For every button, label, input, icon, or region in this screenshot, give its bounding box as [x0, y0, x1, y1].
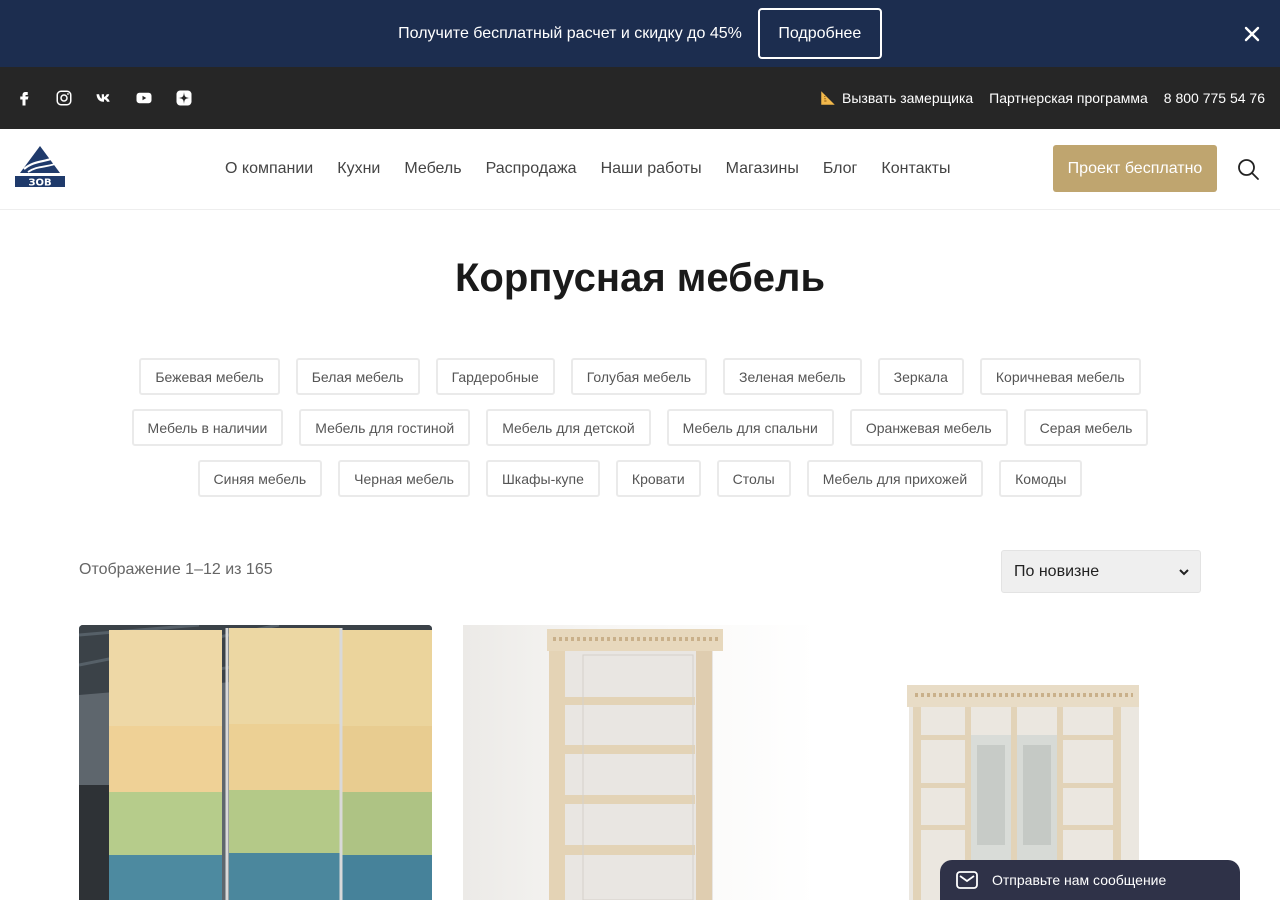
tag-item[interactable]: Бежевая мебель: [139, 358, 280, 395]
ruler-icon: [821, 91, 835, 105]
results-count: Отображение 1–12 из 165: [79, 561, 273, 578]
close-icon[interactable]: [1240, 22, 1264, 46]
nav-item-sale[interactable]: Распродажа: [486, 160, 577, 178]
page-title: Корпусная мебель: [454, 256, 826, 300]
tag-item[interactable]: Мебель для прихожей: [806, 460, 984, 497]
facebook-icon[interactable]: [14, 88, 34, 108]
tag-item[interactable]: Голубая мебель: [570, 358, 708, 395]
company-logo[interactable]: ЗОВ: [14, 145, 66, 189]
nav-item-furniture[interactable]: Мебель: [404, 160, 461, 178]
product-image: [547, 629, 723, 900]
nav-item-about[interactable]: О компании: [225, 160, 313, 178]
tag-item[interactable]: Синяя мебель: [197, 460, 323, 497]
tag-row: Бежевая мебель Белая мебель Гардеробные …: [60, 358, 1220, 395]
logo-text: ЗОВ: [28, 178, 51, 189]
product-image: [907, 685, 1139, 900]
product-card[interactable]: [847, 625, 1200, 900]
call-measurer-link[interactable]: Вызвать замерщика: [819, 89, 973, 107]
sort-select[interactable]: По новизне: [1001, 550, 1201, 593]
tag-item[interactable]: Коричневая мебель: [979, 358, 1141, 395]
product-card[interactable]: [79, 625, 432, 900]
vk-icon[interactable]: [94, 88, 114, 108]
tag-item[interactable]: Черная мебель: [338, 460, 470, 497]
nav-item-contacts[interactable]: Контакты: [881, 160, 950, 178]
tag-item[interactable]: Серая мебель: [1023, 409, 1149, 446]
top-bar: Вызвать замерщика Партнерская программа …: [0, 67, 1280, 129]
main-nav: О компании Кухни Мебель Распродажа Наши …: [225, 129, 951, 209]
youtube-icon[interactable]: [134, 88, 154, 108]
tag-item[interactable]: Зеленая мебель: [723, 358, 862, 395]
free-project-button[interactable]: Проект бесплатно: [1053, 145, 1217, 192]
tag-row: Мебель в наличии Мебель для гостиной Меб…: [60, 409, 1220, 446]
promo-text: Получите бесплатный расчет и скидку до 4…: [398, 24, 742, 42]
instagram-icon[interactable]: [54, 88, 74, 108]
tag-item[interactable]: Кровати: [615, 460, 701, 497]
tag-item[interactable]: Зеркала: [877, 358, 964, 395]
product-card[interactable]: [463, 625, 816, 900]
tag-item[interactable]: Мебель для детской: [486, 409, 651, 446]
nav-item-blog[interactable]: Блог: [823, 160, 858, 178]
zen-icon[interactable]: [174, 88, 194, 108]
main-header: ЗОВ О компании Кухни Мебель Распродажа Н…: [0, 129, 1280, 210]
phone-link[interactable]: 8 800 775 54 76: [1164, 90, 1265, 106]
chevron-down-icon: [1179, 568, 1189, 575]
promo-banner: Получите бесплатный расчет и скидку до 4…: [0, 0, 1280, 67]
tag-row: Синяя мебель Черная мебель Шкафы-купе Кр…: [60, 460, 1220, 497]
tag-item[interactable]: Белая мебель: [295, 358, 420, 395]
sort-selected-value: По новизне: [1014, 562, 1100, 580]
tag-item[interactable]: Столы: [716, 460, 791, 497]
chat-label: Отправьте нам сообщение: [992, 872, 1167, 888]
tag-item[interactable]: Оранжевая мебель: [849, 409, 1008, 446]
search-icon[interactable]: [1236, 157, 1260, 181]
tag-item[interactable]: Мебель для гостиной: [299, 409, 471, 446]
nav-item-kitchens[interactable]: Кухни: [337, 160, 380, 178]
nav-item-stores[interactable]: Магазины: [726, 160, 799, 178]
top-links: Вызвать замерщика Партнерская программа …: [819, 89, 1265, 107]
partner-program-link[interactable]: Партнерская программа: [989, 90, 1148, 106]
chat-widget-button[interactable]: Отправьте нам сообщение: [940, 860, 1240, 900]
mail-icon: [956, 871, 978, 889]
social-links: [14, 88, 194, 108]
nav-item-works[interactable]: Наши работы: [601, 160, 702, 178]
tag-item[interactable]: Мебель для спальни: [666, 409, 834, 446]
product-image: [79, 625, 432, 900]
tag-item[interactable]: Гардеробные: [435, 358, 555, 395]
tag-item[interactable]: Комоды: [999, 460, 1083, 497]
tag-item[interactable]: Шкафы-купе: [485, 460, 600, 497]
category-tags: Бежевая мебель Белая мебель Гардеробные …: [60, 358, 1220, 497]
call-measurer-label: Вызвать замерщика: [842, 90, 974, 106]
tag-item[interactable]: Мебель в наличии: [131, 409, 284, 446]
promo-details-button[interactable]: Подробнее: [757, 8, 882, 59]
